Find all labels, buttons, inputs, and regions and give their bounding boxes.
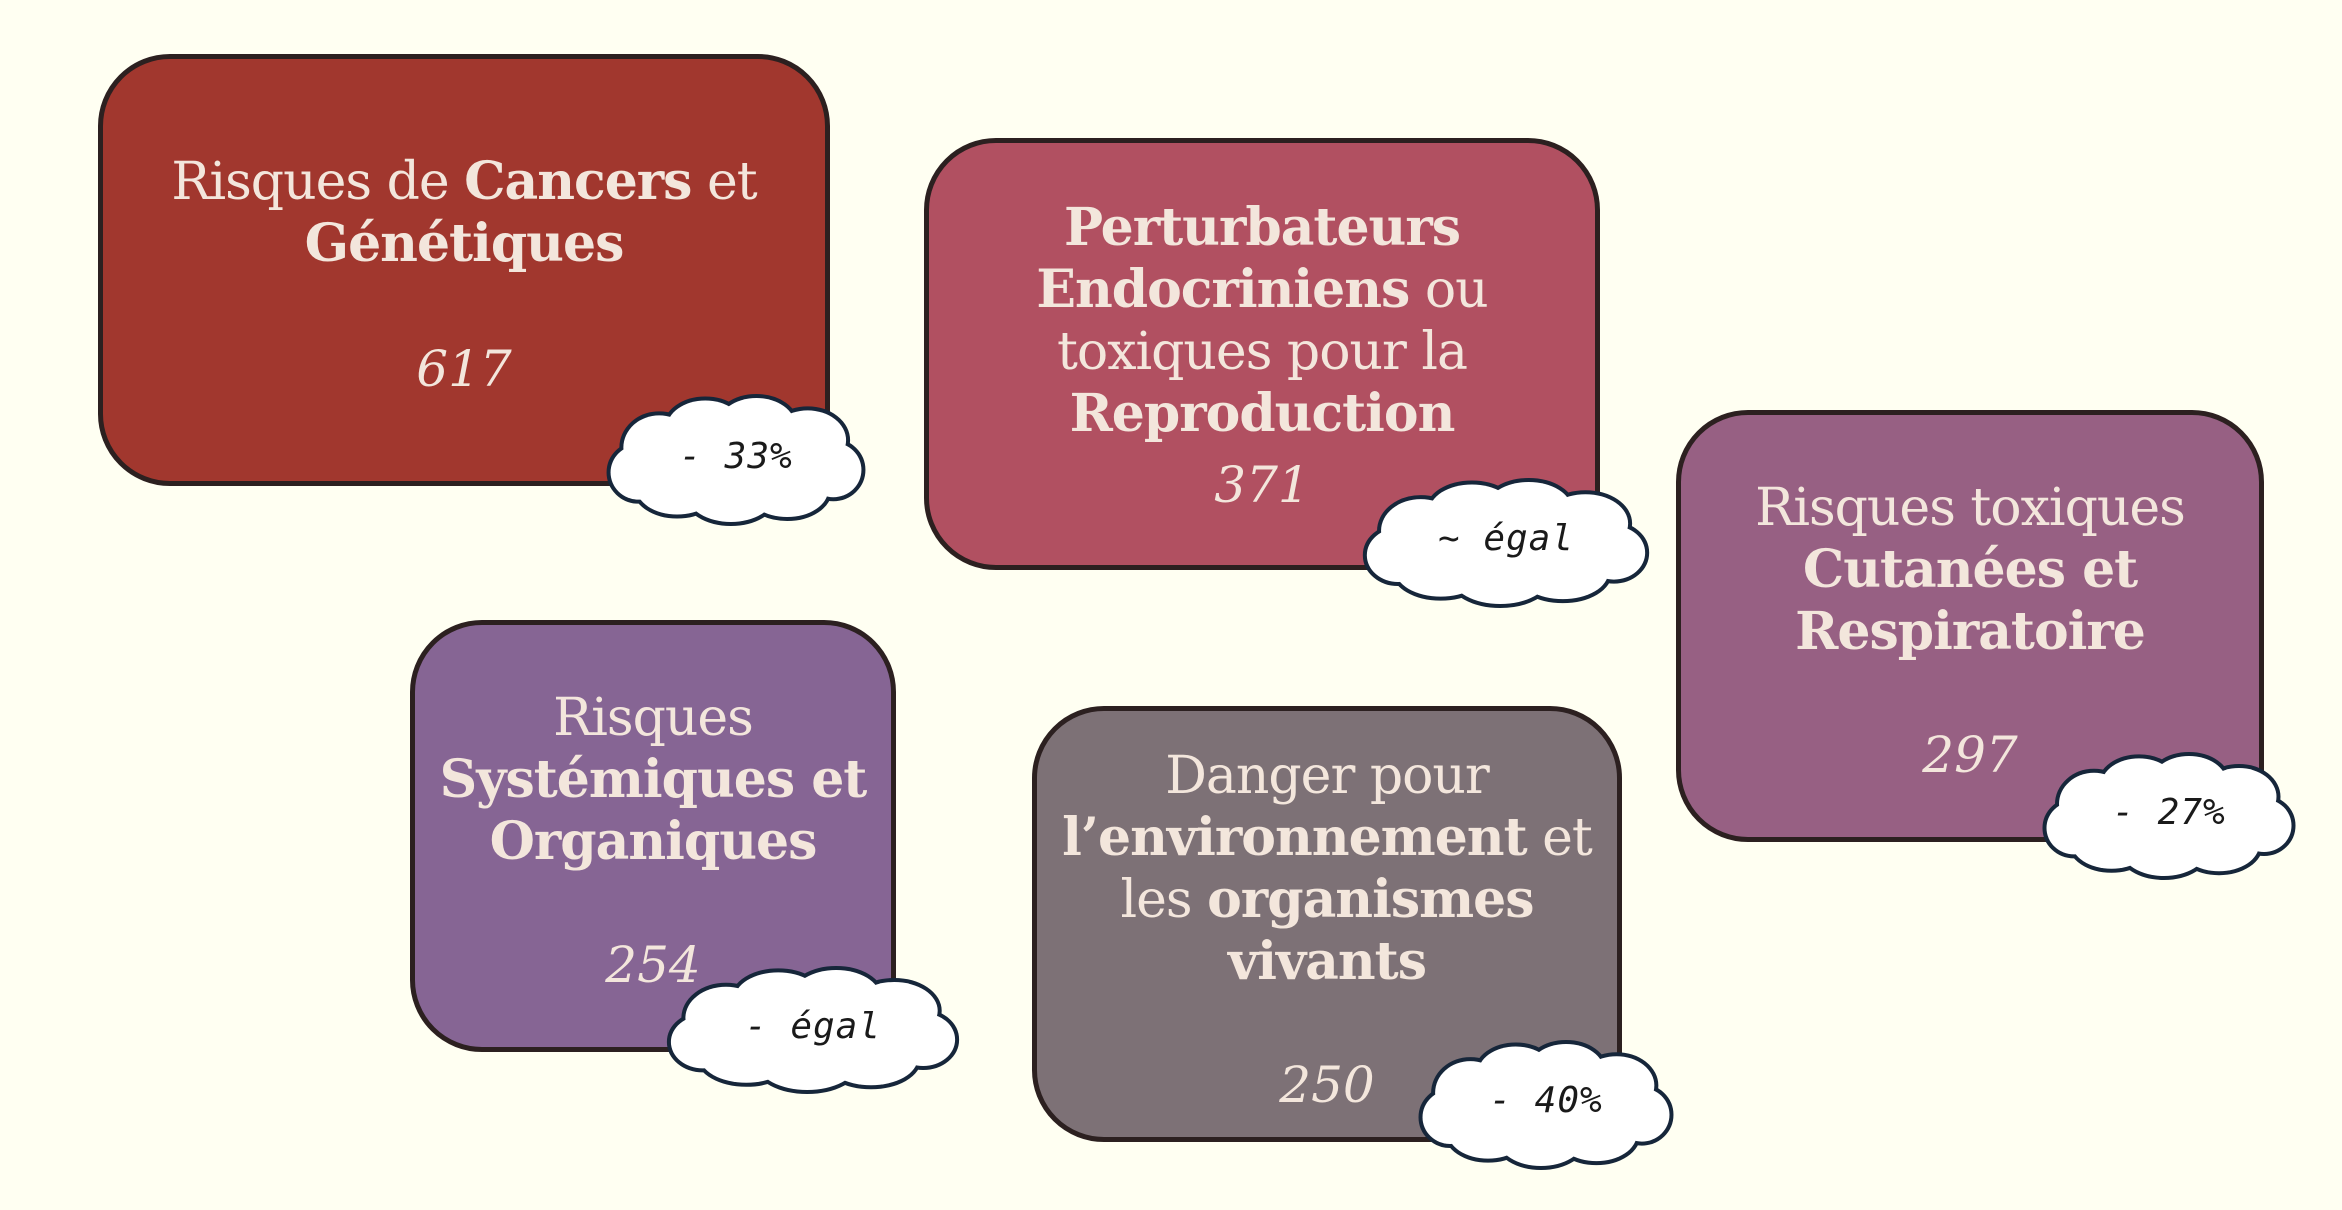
change-cloud-environment: - 40% [1418,1040,1674,1171]
card-count: 617 [416,340,512,398]
change-cloud-cancers: - 33% [606,394,866,527]
change-cloud-systemic: - égal [666,966,960,1094]
change-cloud-endocrine: ~ égal [1362,478,1650,609]
card-title: Perturbateurs Endocriniens ou toxiques p… [1036,197,1488,444]
change-cloud-cutaneous: - 27% [2042,752,2296,880]
change-label: - 40% [1489,1080,1603,1121]
card-title: Risques toxiques Cutanées et Respiratoir… [1755,478,2186,662]
change-label: - 33% [679,436,793,477]
change-label: - 27% [2112,792,2226,833]
change-label: - égal [744,1006,882,1047]
change-label: ~ égal [1437,518,1575,559]
card-title: Risques Systémiques et Organiques [439,688,868,872]
card-title: Risques de Cancers et Génétiques [171,151,757,274]
card-title: Danger pour l’environnement et les organ… [1062,746,1593,992]
